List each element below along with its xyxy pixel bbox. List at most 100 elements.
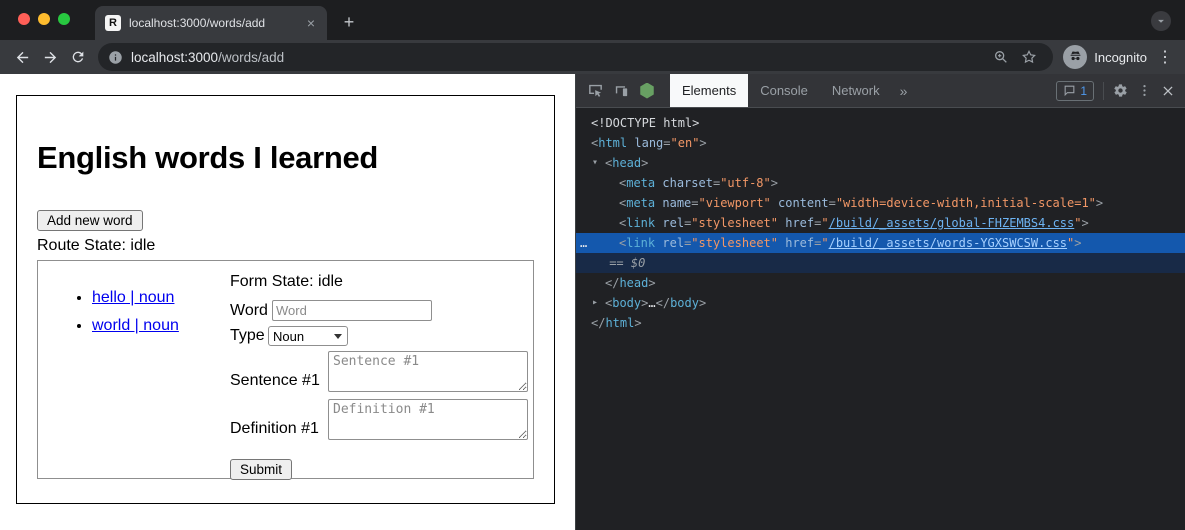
route-state-text: Route State: idle	[37, 237, 534, 255]
traffic-light-maximize[interactable]	[58, 13, 70, 25]
dom-tree-line[interactable]: ▾<head>	[576, 153, 1185, 173]
word-label: Word	[230, 302, 272, 320]
more-tabs-icon[interactable]: »	[892, 74, 916, 107]
code-token: >	[641, 156, 648, 170]
code-token	[771, 196, 778, 210]
tab-strip: R localhost:3000/words/add × +	[0, 0, 1185, 40]
bookmark-star-icon[interactable]	[1015, 43, 1043, 71]
code-token: charset	[662, 176, 713, 190]
code-token: "viewport"	[699, 196, 771, 210]
code-token: head	[619, 276, 648, 290]
code-token: href	[785, 236, 814, 250]
zoom-icon[interactable]	[987, 43, 1015, 71]
back-icon[interactable]	[8, 43, 36, 71]
list-item: hello | noun	[92, 289, 230, 307]
code-token: >	[1081, 216, 1088, 230]
dom-tree-line[interactable]: <!DOCTYPE html>	[576, 113, 1185, 133]
definition-textarea[interactable]	[328, 399, 528, 440]
stylesheet-link[interactable]: /build/_assets/global-FHZEMBS4.css	[829, 216, 1075, 230]
tab-close-icon[interactable]: ×	[303, 14, 319, 32]
type-select-wrap: Noun	[268, 326, 348, 346]
traffic-light-close[interactable]	[18, 13, 30, 25]
browser-tab[interactable]: R localhost:3000/words/add ×	[95, 6, 327, 40]
code-token: >	[634, 316, 641, 330]
remix-favicon-icon: R	[105, 15, 121, 31]
code-token: meta	[626, 196, 655, 210]
add-word-form: Form State: idle Word Type Noun	[230, 261, 533, 478]
code-token: html	[598, 136, 627, 150]
url-host: localhost:3000	[131, 50, 218, 65]
devtools-close-icon[interactable]	[1161, 84, 1175, 98]
device-toolbar-icon[interactable]	[608, 78, 634, 104]
submit-button[interactable]: Submit	[230, 459, 292, 480]
dom-tree-line[interactable]: </head>	[576, 273, 1185, 293]
code-token: ==	[609, 256, 631, 270]
sentence-textarea[interactable]	[328, 351, 528, 392]
code-token: </	[591, 316, 605, 330]
code-token: …	[648, 296, 655, 310]
traffic-light-minimize[interactable]	[38, 13, 50, 25]
issues-badge[interactable]: 1	[1056, 81, 1094, 101]
code-token: html	[605, 316, 634, 330]
code-token: href	[785, 216, 814, 230]
window-controls	[18, 13, 70, 25]
code-token: name	[662, 196, 691, 210]
code-token: body	[670, 296, 699, 310]
main-card: English words I learned Add new word Rou…	[16, 95, 555, 504]
dom-tree-line[interactable]: <html lang="en">	[576, 133, 1185, 153]
code-token: </	[605, 276, 619, 290]
word-input[interactable]	[272, 300, 432, 321]
dom-tree-line[interactable]: <meta name="viewport" content="width=dev…	[576, 193, 1185, 213]
word-row: Word	[230, 300, 533, 321]
incognito-badge[interactable]: Incognito	[1063, 45, 1147, 69]
code-token: meta	[626, 176, 655, 190]
word-link[interactable]: world | noun	[92, 317, 179, 334]
dom-tree-line[interactable]: <meta charset="utf-8">	[576, 173, 1185, 193]
dom-tree-line[interactable]: …<link rel="stylesheet" href="/build/_as…	[576, 233, 1185, 253]
type-select[interactable]: Noun	[268, 326, 348, 346]
dom-tree-line[interactable]: == $0	[576, 253, 1185, 273]
tab-network[interactable]: Network	[820, 74, 892, 107]
word-link[interactable]: hello | noun	[92, 289, 174, 306]
code-token: "stylesheet"	[691, 236, 778, 250]
add-new-word-button[interactable]: Add new word	[37, 210, 143, 231]
circle-chevron-icon[interactable]	[1151, 11, 1171, 31]
site-info-icon[interactable]	[108, 50, 123, 65]
code-token: >	[699, 136, 706, 150]
incognito-label: Incognito	[1094, 50, 1147, 65]
settings-gear-icon[interactable]	[1113, 83, 1128, 98]
code-token: >	[1074, 236, 1081, 250]
dom-tree-line[interactable]: ▸<body>…</body>	[576, 293, 1185, 313]
word-list-column: hello | noun world | noun	[38, 261, 230, 478]
forward-icon[interactable]	[36, 43, 64, 71]
url-path: /words/add	[218, 50, 284, 65]
devtools-toolbar: Elements Console Network » 1	[576, 74, 1185, 108]
code-token: <!DOCTYPE html>	[591, 116, 699, 130]
inspect-element-icon[interactable]	[582, 78, 608, 104]
code-token: head	[612, 156, 641, 170]
node-icon[interactable]	[634, 78, 660, 104]
dom-tree-line[interactable]: <link rel="stylesheet" href="/build/_ass…	[576, 213, 1185, 233]
url-bar[interactable]: localhost:3000/words/add	[98, 43, 1053, 71]
tab-console[interactable]: Console	[748, 74, 820, 107]
code-token: "stylesheet"	[691, 216, 778, 230]
type-row: Type Noun	[230, 326, 533, 346]
collapse-arrow-icon[interactable]: ▾	[592, 153, 598, 173]
new-tab-button[interactable]: +	[337, 11, 361, 33]
reload-icon[interactable]	[64, 43, 92, 71]
issues-icon	[1063, 84, 1076, 97]
code-token: >	[699, 296, 706, 310]
toolbar-divider	[1103, 82, 1104, 100]
stylesheet-link[interactable]: /build/_assets/words-YGXSWCSW.css	[829, 236, 1067, 250]
devtools-toolbar-right: 1	[1056, 81, 1185, 101]
sentence-row: Sentence #1	[230, 351, 533, 392]
tab-title: localhost:3000/words/add	[129, 16, 303, 30]
dom-tree-line[interactable]: </html>	[576, 313, 1185, 333]
page-viewport: English words I learned Add new word Rou…	[0, 74, 575, 530]
expand-arrow-icon[interactable]: ▸	[592, 293, 598, 313]
tab-elements[interactable]: Elements	[670, 74, 748, 107]
browser-menu-icon[interactable]: ⋮	[1157, 47, 1173, 67]
type-label: Type	[230, 327, 268, 345]
row-actions-icon[interactable]: …	[580, 233, 588, 253]
devtools-menu-icon[interactable]	[1137, 83, 1152, 98]
